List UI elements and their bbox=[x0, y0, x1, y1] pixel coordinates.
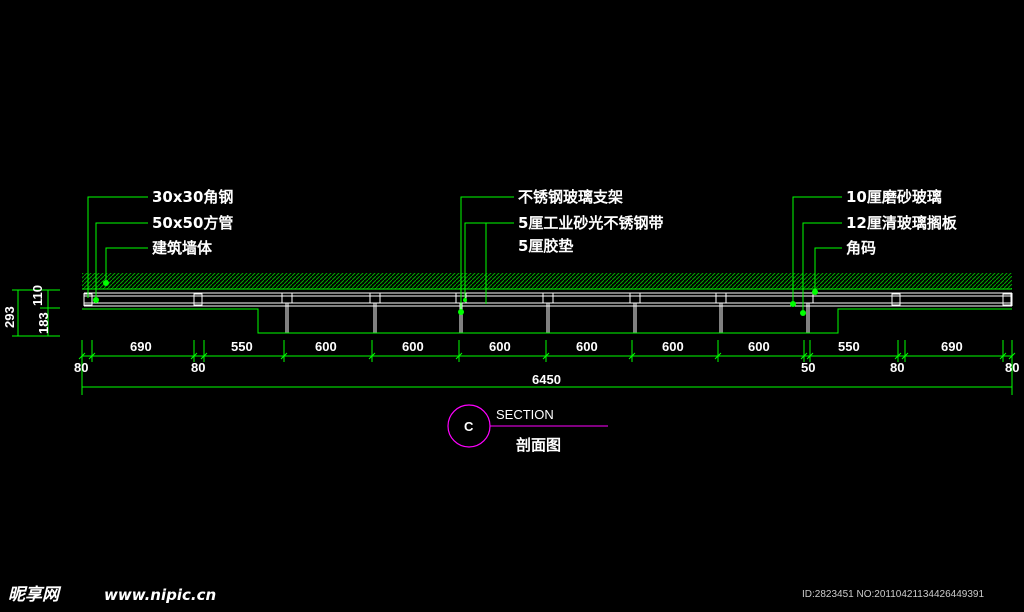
dim-690-right: 690 bbox=[941, 339, 963, 354]
dim-80-3: 80 bbox=[890, 360, 904, 375]
bracket-1 bbox=[281, 293, 293, 304]
bracket-6 bbox=[715, 293, 727, 304]
dim-80-4: 80 bbox=[1005, 360, 1019, 375]
dim-600-1: 600 bbox=[315, 339, 337, 354]
dim-600-5: 600 bbox=[662, 339, 684, 354]
dim-80-2: 80 bbox=[191, 360, 205, 375]
watermark-logo: 昵享网 bbox=[8, 585, 62, 605]
dim-50: 50 bbox=[801, 360, 815, 375]
bracket-7 bbox=[802, 293, 814, 304]
dim-600-2: 600 bbox=[402, 339, 424, 354]
dim-80-1: 80 bbox=[74, 360, 88, 375]
dimension-ticks bbox=[78, 340, 1016, 362]
section-marker-letter: C bbox=[464, 419, 474, 434]
dim-600-4: 600 bbox=[576, 339, 598, 354]
dim-vertical-183: 183 bbox=[36, 312, 51, 334]
label-glass-bracket: 不锈钢玻璃支架 bbox=[518, 188, 623, 206]
dim-550-left: 550 bbox=[231, 339, 253, 354]
dim-600-3: 600 bbox=[489, 339, 511, 354]
label-corner-bracket: 角码 bbox=[846, 239, 876, 257]
label-building-wall: 建筑墙体 bbox=[152, 239, 213, 257]
label-steel-strip: 5厘工业砂光不锈钢带 bbox=[518, 214, 663, 232]
label-angle-steel: 30x30角钢 bbox=[152, 188, 233, 206]
bracket-4 bbox=[542, 293, 554, 304]
label-rubber-pad: 5厘胶垫 bbox=[518, 237, 573, 255]
bracket-2 bbox=[369, 293, 381, 304]
watermark-id: ID:2823451 NO:20110421134426449391 bbox=[802, 589, 984, 600]
section-subtitle: 剖面图 bbox=[516, 436, 561, 454]
section-drawing: 30x30角钢 50x50方管 建筑墙体 不锈钢玻璃支架 5厘工业砂光不锈钢带 … bbox=[2, 188, 1019, 605]
label-clear-glass-shelf: 12厘清玻璃搁板 bbox=[846, 214, 958, 232]
glass-brackets bbox=[281, 293, 814, 333]
label-square-tube: 50x50方管 bbox=[152, 214, 233, 232]
label-frosted-glass: 10厘磨砂玻璃 bbox=[846, 188, 942, 206]
section-title: SECTION bbox=[496, 407, 554, 422]
dim-vertical-110: 110 bbox=[30, 285, 45, 306]
dim-690-left: 690 bbox=[130, 339, 152, 354]
dim-600-6: 600 bbox=[748, 339, 770, 354]
watermark-url: www.nipic.cn bbox=[104, 586, 216, 604]
dim-total: 6450 bbox=[532, 372, 561, 387]
wall-hatch bbox=[82, 273, 1012, 289]
dim-vertical-293: 293 bbox=[2, 306, 17, 328]
bracket-5 bbox=[629, 293, 641, 304]
shelf-body bbox=[83, 292, 1013, 307]
dim-550-right: 550 bbox=[838, 339, 860, 354]
